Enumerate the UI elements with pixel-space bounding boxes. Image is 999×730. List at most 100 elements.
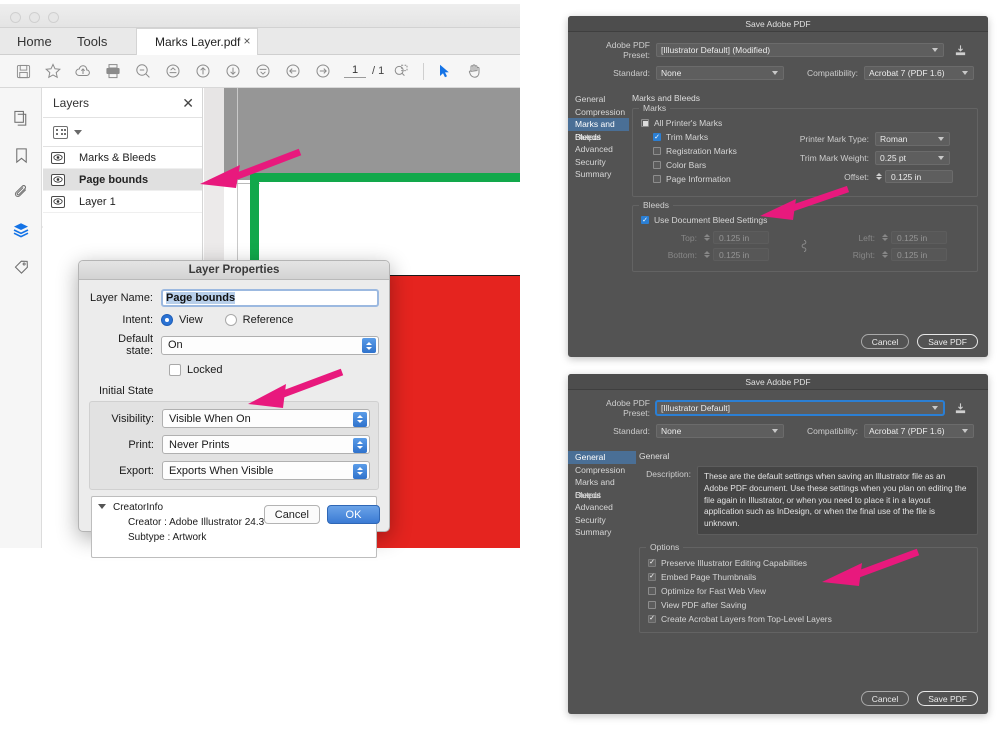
- locked-row[interactable]: Locked: [89, 364, 379, 376]
- save-pdf-button[interactable]: Save PDF: [917, 334, 978, 349]
- view-pdf-after-saving-row[interactable]: View PDF after Saving: [648, 600, 969, 610]
- trim-marks-checkbox[interactable]: [653, 133, 661, 141]
- cancel-button[interactable]: Cancel: [860, 691, 910, 706]
- optimize-fast-web-view-row[interactable]: Optimize for Fast Web View: [648, 586, 969, 596]
- optimize-fast-web-view-checkbox[interactable]: [648, 586, 656, 595]
- fit-width-icon[interactable]: [160, 58, 186, 84]
- link-bleeds-icon[interactable]: [789, 239, 819, 254]
- nav-item-general[interactable]: General: [568, 93, 629, 106]
- page-navigation[interactable]: 1 / 1: [344, 64, 384, 78]
- trim-mark-weight-select[interactable]: 0.25 pt: [875, 151, 950, 165]
- color-bars-checkbox[interactable]: [653, 161, 661, 169]
- layer-row-layer-1[interactable]: Layer 1: [43, 191, 202, 213]
- default-state-select[interactable]: On: [161, 335, 379, 355]
- visibility-select[interactable]: Visible When On: [162, 409, 370, 428]
- offset-input[interactable]: 0.125 in: [885, 170, 953, 183]
- zoom-icon[interactable]: [130, 58, 156, 84]
- nav-item-marks-and-bleeds[interactable]: Marks and Bleeds: [568, 476, 636, 500]
- nav-item-compression[interactable]: Compression: [568, 464, 636, 477]
- trim-marks-row[interactable]: Trim Marks: [653, 132, 791, 142]
- stepper-icon[interactable]: [353, 437, 367, 453]
- fit-page-icon[interactable]: [250, 58, 276, 84]
- close-icon[interactable]: ✕: [182, 96, 194, 110]
- attachments-icon[interactable]: [0, 174, 42, 211]
- preset-select[interactable]: [Illustrator Default]: [656, 401, 944, 415]
- embed-page-thumbnails-checkbox[interactable]: [648, 572, 656, 581]
- embed-page-thumbnails-row[interactable]: Embed Page Thumbnails: [648, 572, 969, 582]
- tab-close-icon[interactable]: ×: [240, 28, 254, 55]
- compatibility-select[interactable]: Acrobat 7 (PDF 1.6): [864, 424, 974, 438]
- printer-mark-type-select[interactable]: Roman: [875, 132, 950, 146]
- select-zoom-icon[interactable]: [388, 58, 414, 84]
- preserve-illustrator-editing-row[interactable]: Preserve Illustrator Editing Capabilitie…: [648, 558, 969, 568]
- stepper-icon[interactable]: [362, 338, 376, 353]
- page-number-input[interactable]: 1: [344, 64, 366, 78]
- pointer-icon[interactable]: [431, 58, 457, 84]
- back-arrow-icon[interactable]: [280, 58, 306, 84]
- offset-stepper-icon[interactable]: [875, 172, 882, 182]
- radio-reference[interactable]: [224, 314, 237, 326]
- view-pdf-after-saving-checkbox[interactable]: [648, 600, 656, 609]
- nav-item-advanced[interactable]: Advanced: [568, 501, 636, 514]
- radio-view[interactable]: [161, 314, 173, 326]
- save-preset-icon[interactable]: [951, 399, 969, 417]
- all-printers-marks-checkbox[interactable]: [641, 119, 649, 127]
- page-information-checkbox[interactable]: [653, 175, 661, 183]
- maximize-window-button[interactable]: [48, 12, 59, 23]
- standard-select[interactable]: None: [656, 424, 784, 438]
- nav-item-output[interactable]: Output: [568, 489, 636, 502]
- eye-icon[interactable]: [51, 195, 65, 208]
- intent-radio-group[interactable]: View Reference: [161, 314, 309, 326]
- save-pdf-button[interactable]: Save PDF: [917, 691, 978, 706]
- registration-marks-row[interactable]: Registration Marks: [653, 146, 791, 156]
- disclosure-triangle-icon[interactable]: [98, 504, 106, 509]
- locked-checkbox[interactable]: [169, 364, 181, 376]
- layer-name-input[interactable]: Page bounds: [161, 289, 379, 307]
- print-icon[interactable]: [100, 58, 126, 84]
- chevron-down-icon[interactable]: [74, 129, 82, 135]
- color-bars-row[interactable]: Color Bars: [653, 160, 791, 170]
- cancel-button[interactable]: Cancel: [263, 505, 320, 524]
- close-window-button[interactable]: [10, 12, 21, 23]
- registration-marks-checkbox[interactable]: [653, 147, 661, 155]
- nav-item-security[interactable]: Security: [568, 514, 636, 527]
- list-options-icon[interactable]: [53, 125, 68, 139]
- bookmarks-icon[interactable]: [0, 137, 42, 174]
- nav-item-output[interactable]: Output: [568, 131, 629, 144]
- cancel-button[interactable]: Cancel: [860, 334, 910, 349]
- layers-options-row[interactable]: [43, 118, 202, 147]
- nav-item-summary[interactable]: Summary: [568, 168, 629, 181]
- minimize-window-button[interactable]: [29, 12, 40, 23]
- nav-item-general[interactable]: General: [568, 451, 636, 464]
- forward-arrow-icon[interactable]: [310, 58, 336, 84]
- tags-icon[interactable]: [0, 248, 42, 285]
- star-icon[interactable]: [40, 58, 66, 84]
- preset-select[interactable]: [Illustrator Default] (Modified): [656, 43, 944, 57]
- layers-icon[interactable]: [0, 211, 49, 248]
- upload-cloud-icon[interactable]: [70, 58, 96, 84]
- eye-icon[interactable]: [51, 151, 65, 164]
- ok-button[interactable]: OK: [327, 505, 380, 524]
- layer-row-marks-and-bleeds[interactable]: Marks & Bleeds: [43, 147, 202, 169]
- use-document-bleed-checkbox[interactable]: [641, 216, 649, 224]
- save-preset-icon[interactable]: [951, 41, 969, 59]
- all-printers-marks-row[interactable]: All Printer's Marks: [641, 118, 969, 128]
- preserve-illustrator-editing-checkbox[interactable]: [648, 558, 656, 567]
- nav-item-summary[interactable]: Summary: [568, 526, 636, 539]
- nav-item-marks-and-bleeds[interactable]: Marks and Bleeds: [568, 118, 629, 142]
- stepper-icon[interactable]: [353, 463, 367, 479]
- nav-item-security[interactable]: Security: [568, 156, 629, 169]
- create-acrobat-layers-checkbox[interactable]: [648, 614, 656, 623]
- print-select[interactable]: Never Prints: [162, 435, 370, 454]
- compatibility-select[interactable]: Acrobat 7 (PDF 1.6): [864, 66, 974, 80]
- export-select[interactable]: Exports When Visible: [162, 461, 370, 480]
- page-information-row[interactable]: Page Information: [653, 174, 791, 184]
- nav-item-compression[interactable]: Compression: [568, 106, 629, 119]
- stepper-icon[interactable]: [353, 411, 367, 427]
- tab-tools[interactable]: Tools: [64, 28, 120, 55]
- page-thumbnails-icon[interactable]: [0, 100, 42, 137]
- up-arrow-icon[interactable]: [190, 58, 216, 84]
- nav-item-advanced[interactable]: Advanced: [568, 143, 629, 156]
- down-arrow-icon[interactable]: [220, 58, 246, 84]
- create-acrobat-layers-row[interactable]: Create Acrobat Layers from Top-Level Lay…: [648, 614, 969, 624]
